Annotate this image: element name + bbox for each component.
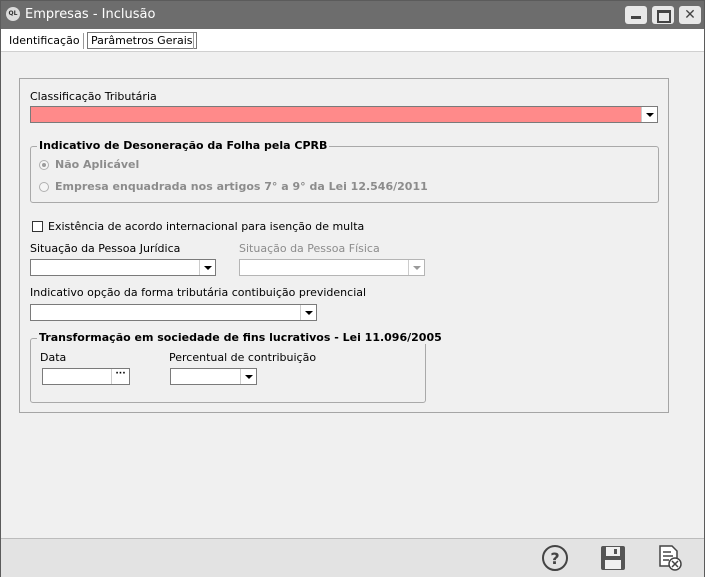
classificacao-select[interactable] <box>30 106 658 123</box>
tab-identificacao[interactable]: Identificação <box>9 34 80 47</box>
maximize-button[interactable] <box>652 6 674 24</box>
acordo-checkbox[interactable] <box>32 221 43 232</box>
ellipsis-icon[interactable]: ··· <box>111 369 129 384</box>
title-bar: QL Empresas - Inclusão ✕ <box>1 1 704 29</box>
tab-bar: Identificação Parâmetros Gerais <box>1 29 704 51</box>
classificacao-label: Classificação Tributária <box>30 90 157 103</box>
chevron-down-icon[interactable] <box>641 107 657 122</box>
radio-label: Empresa enquadrada nos artigos 7° a 9° d… <box>55 180 428 193</box>
desoneracao-title: Indicativo de Desoneração da Folha pela … <box>37 139 330 152</box>
close-button[interactable]: ✕ <box>679 6 701 24</box>
tab-parametros-gerais[interactable]: Parâmetros Gerais <box>87 32 197 49</box>
chevron-down-icon <box>408 260 424 275</box>
desoneracao-group: Indicativo de Desoneração da Folha pela … <box>30 139 659 203</box>
radio-label: Não Aplicável <box>55 158 140 171</box>
opcao-label: Indicativo opção da forma tributária con… <box>30 286 367 299</box>
pj-label: Situação da Pessoa Jurídica <box>30 242 181 255</box>
minimize-button[interactable] <box>625 6 647 24</box>
chevron-down-icon[interactable] <box>199 260 215 275</box>
percentual-label: Percentual de contribuição <box>169 351 317 364</box>
pf-select <box>239 259 425 276</box>
transformacao-title: Transformação em sociedade de fins lucra… <box>37 331 444 344</box>
pf-label: Situação da Pessoa Física <box>239 242 380 255</box>
radio-empresa-enquadrada[interactable] <box>39 182 49 192</box>
percentual-select[interactable] <box>170 368 257 385</box>
radio-nao-aplicavel[interactable] <box>39 160 49 170</box>
parametros-panel: Classificação Tributária Indicativo de D… <box>19 78 669 413</box>
tab-divider <box>193 33 194 49</box>
help-icon[interactable]: ? <box>541 544 569 572</box>
chevron-down-icon[interactable] <box>240 369 256 384</box>
acordo-label: Existência de acordo internacional para … <box>48 220 365 233</box>
chevron-down-icon[interactable] <box>300 305 316 320</box>
window-title: Empresas - Inclusão <box>25 7 156 22</box>
transformacao-group: Transformação em sociedade de fins lucra… <box>30 331 444 403</box>
data-input[interactable]: ··· <box>42 368 130 385</box>
data-label: Data <box>40 351 67 364</box>
opcao-select[interactable] <box>30 304 317 321</box>
app-icon: QL <box>6 7 20 21</box>
tab-content: Classificação Tributária Indicativo de D… <box>1 51 704 538</box>
pj-select[interactable] <box>30 259 216 276</box>
footer-toolbar: ? <box>1 538 704 577</box>
tab-divider <box>83 33 84 49</box>
window: QL Empresas - Inclusão ✕ Identificação P… <box>0 0 705 577</box>
save-icon[interactable] <box>599 544 627 572</box>
close-icon: ✕ <box>684 7 696 23</box>
cancel-icon[interactable] <box>655 544 683 572</box>
svg-text:?: ? <box>550 549 559 568</box>
